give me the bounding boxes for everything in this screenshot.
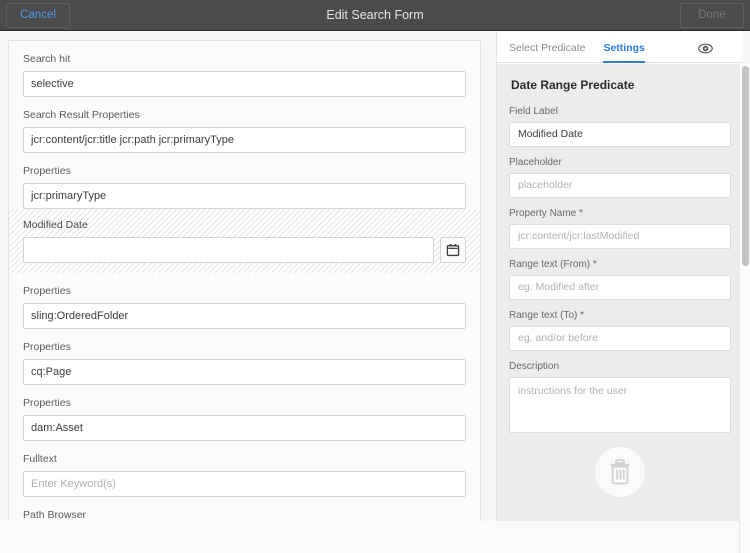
predicate-title: Date Range Predicate	[511, 78, 731, 92]
vertical-scrollbar[interactable]	[739, 64, 750, 553]
search-form-preview-panel: Search hitselectiveSearch Result Propert…	[0, 32, 489, 521]
setting-field-input[interactable]: Modified Date	[509, 122, 731, 147]
calendar-icon[interactable]	[440, 237, 466, 263]
settings-content: Date Range Predicate Field Label Modified…	[497, 64, 743, 521]
form-field-search-result-properties[interactable]: Search Result Properties jcr:content/jcr:…	[23, 97, 466, 153]
setting-field-input[interactable]: eg. and/or before	[509, 326, 731, 351]
setting-field-description: Description instructions for the user	[509, 361, 731, 433]
setting-field-range-text-to: Range text (To) * eg. and/or before	[509, 310, 731, 351]
trash-icon[interactable]	[595, 447, 645, 497]
form-field-path-browser[interactable]: Path BrowserSelect Path	[23, 497, 466, 521]
field-label: Search Result Properties	[23, 109, 466, 122]
eye-icon[interactable]	[694, 37, 716, 59]
tab-select-predicate[interactable]: Select Predicate	[509, 32, 585, 63]
form-field-properties[interactable]: Properties jcr:primaryType	[23, 153, 466, 209]
setting-field-range-text-from: Range text (From) * eg. Modified after	[509, 259, 731, 300]
field-input[interactable]	[23, 237, 434, 263]
form-field-fulltext[interactable]: Fulltext Enter Keyword(s)	[23, 441, 466, 497]
setting-field-field-label: Field Label Modified Date	[509, 106, 731, 147]
form-field-search-hit[interactable]: Search hit selective	[23, 41, 466, 97]
search-form-card: Search hitselectiveSearch Result Propert…	[8, 40, 481, 521]
scrollbar-thumb[interactable]	[742, 66, 749, 266]
setting-field-input[interactable]: placeholder	[509, 173, 731, 198]
field-input[interactable]: cq:Page	[23, 359, 466, 385]
panel-tabs: Select Predicate Settings	[497, 32, 742, 63]
form-field-properties[interactable]: Properties sling:OrderedFolder	[23, 273, 466, 329]
date-input-row	[23, 237, 466, 263]
form-field-properties[interactable]: Properties dam:Asset	[23, 385, 466, 441]
field-input[interactable]: Enter Keyword(s)	[23, 471, 466, 497]
setting-field-label: Field Label	[509, 106, 731, 118]
done-button: Done	[680, 3, 744, 28]
field-label: Properties	[23, 341, 466, 354]
field-label: Properties	[23, 285, 466, 298]
page-title: Edit Search Form	[0, 0, 750, 31]
form-field-properties[interactable]: Properties cq:Page	[23, 329, 466, 385]
field-input[interactable]: jcr:content/jcr:title jcr:path jcr:prima…	[23, 127, 466, 153]
field-label: Modified Date	[23, 219, 466, 232]
delete-action-area	[509, 447, 731, 497]
field-label: Search hit	[23, 53, 466, 66]
field-input[interactable]: selective	[23, 71, 466, 97]
field-input[interactable]: jcr:primaryType	[23, 183, 466, 209]
field-label: Properties	[23, 397, 466, 410]
field-input[interactable]: dam:Asset	[23, 415, 466, 441]
setting-field-textarea[interactable]: instructions for the user	[509, 377, 731, 433]
tab-settings[interactable]: Settings	[603, 32, 644, 63]
setting-field-input[interactable]: jcr:content/jcr:lastModified	[509, 224, 731, 249]
setting-field-label: Range text (To) *	[509, 310, 731, 322]
field-label: Properties	[23, 165, 466, 178]
editor-body: Search hitselectiveSearch Result Propert…	[0, 32, 750, 521]
settings-field-list: Field Label Modified Date Placeholder place…	[509, 106, 731, 433]
setting-field-label: Description	[509, 361, 731, 373]
field-label: Fulltext	[23, 453, 466, 466]
setting-field-placeholder: Placeholder placeholder	[509, 157, 731, 198]
field-input[interactable]: sling:OrderedFolder	[23, 303, 466, 329]
setting-field-input[interactable]: eg. Modified after	[509, 275, 731, 300]
panel-divider	[489, 32, 496, 521]
properties-panel: Select Predicate Settings Date Range Pred…	[496, 32, 742, 521]
setting-field-label: Property Name *	[509, 208, 731, 220]
form-field-modified-date[interactable]: Modified Date	[9, 209, 480, 273]
setting-field-label: Placeholder	[509, 157, 731, 169]
setting-field-label: Range text (From) *	[509, 259, 731, 271]
setting-field-property-name: Property Name * jcr:content/jcr:lastModif…	[509, 208, 731, 249]
titlebar: Cancel Edit Search Form Done	[0, 0, 750, 31]
field-label: Path Browser	[23, 509, 466, 521]
